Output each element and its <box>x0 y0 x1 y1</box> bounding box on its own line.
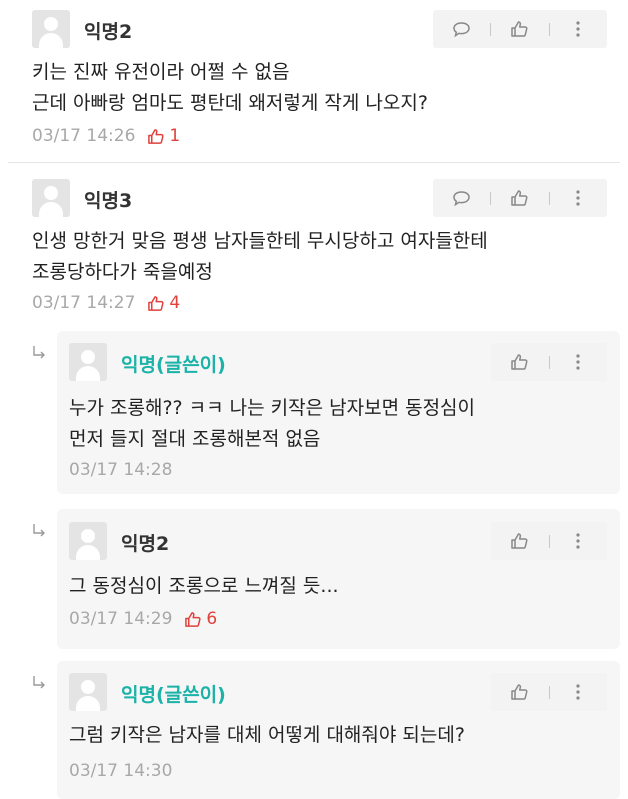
reply-arrow-icon <box>33 676 45 689</box>
like-button[interactable] <box>507 185 533 211</box>
like-button[interactable] <box>507 679 533 705</box>
comment-actions <box>433 179 607 217</box>
like-count: 4 <box>147 293 180 313</box>
avatar[interactable] <box>69 522 107 560</box>
comment-meta: 03/17 14:27 4 <box>32 293 180 313</box>
reply-item: 익명(글쓴이) 누가 조롱해?? ㅋㅋ 나는 키작은 남자보면 동정심이 먼저 … <box>57 331 620 494</box>
reply-line: 먼저 들지 절대 조롱해본적 없음 <box>69 428 321 450</box>
comment-text: 인생 망한거 맞음 평생 남자들한테 무시당하고 여자들한테 조롱당하다가 죽을… <box>32 226 488 288</box>
comment-item: 익명3 인생 망한거 맞음 평생 남자들한테 무시당하고 여자들한테 조롱당하다… <box>0 162 628 322</box>
thumbs-up-icon <box>148 128 165 144</box>
vertical-dots-icon <box>576 354 580 370</box>
timestamp: 03/17 14:29 <box>69 609 173 629</box>
reply-line: 그럼 키작은 남자를 대체 어떻게 대해줘야 되는데? <box>69 724 465 746</box>
reply-text: 그 동정심이 조롱으로 느껴질 듯... <box>69 571 339 602</box>
comment-line: 조롱당하다가 죽을예정 <box>32 261 213 283</box>
reply-item: 익명2 그 동정심이 조롱으로 느껴질 듯... 03/17 14:29 6 <box>57 509 620 649</box>
more-button[interactable] <box>565 16 591 42</box>
thumbs-up-icon <box>185 611 202 627</box>
reply-meta: 03/17 14:30 <box>69 761 172 781</box>
reply-text: 그럼 키작은 남자를 대체 어떻게 대해줘야 되는데? <box>69 720 465 751</box>
reply-button[interactable] <box>449 185 475 211</box>
comment-author[interactable]: 익명3 <box>84 186 132 213</box>
vertical-dots-icon <box>576 533 580 549</box>
avatar[interactable] <box>32 10 70 48</box>
like-count-value: 4 <box>169 293 181 313</box>
more-button[interactable] <box>565 528 591 554</box>
speech-bubble-icon <box>453 21 470 37</box>
comment-line: 키는 진짜 유전이라 어쩔 수 없음 <box>32 61 290 83</box>
comment-line: 인생 망한거 맞음 평생 남자들한테 무시당하고 여자들한테 <box>32 230 488 252</box>
like-button[interactable] <box>507 349 533 375</box>
reply-item: 익명(글쓴이) 그럼 키작은 남자를 대체 어떻게 대해줘야 되는데? 03/1… <box>57 661 620 799</box>
avatar[interactable] <box>32 179 70 217</box>
timestamp: 03/17 14:27 <box>32 293 136 313</box>
reply-button[interactable] <box>449 16 475 42</box>
more-button[interactable] <box>565 185 591 211</box>
like-button[interactable] <box>507 528 533 554</box>
vertical-dots-icon <box>576 190 580 206</box>
reply-text: 누가 조롱해?? ㅋㅋ 나는 키작은 남자보면 동정심이 먼저 들지 절대 조롱… <box>69 393 475 455</box>
thumbs-up-icon <box>511 21 528 37</box>
reply-actions <box>491 673 607 711</box>
vertical-dots-icon <box>576 21 580 37</box>
comment-meta: 03/17 14:26 1 <box>32 126 180 146</box>
timestamp: 03/17 14:26 <box>32 126 136 146</box>
reply-line: 그 동정심이 조롱으로 느껴질 듯... <box>69 575 339 597</box>
reply-meta: 03/17 14:28 <box>69 460 172 480</box>
like-count: 1 <box>147 126 180 146</box>
like-count-value: 6 <box>206 609 218 629</box>
reply-arrow-icon <box>33 524 45 537</box>
more-button[interactable] <box>565 349 591 375</box>
thumbs-up-icon <box>148 295 165 311</box>
like-count: 6 <box>184 609 217 629</box>
comment-actions <box>433 10 607 48</box>
reply-line: 누가 조롱해?? ㅋㅋ 나는 키작은 남자보면 동정심이 <box>69 397 476 419</box>
comment-item: 익명2 키는 진짜 유전이라 어쩔 수 없음 근데 아빠랑 엄마도 평탄데 왜저… <box>0 0 628 162</box>
thumbs-up-icon <box>511 684 528 700</box>
like-button[interactable] <box>507 16 533 42</box>
avatar[interactable] <box>69 673 107 711</box>
thumbs-up-icon <box>511 354 528 370</box>
more-button[interactable] <box>565 679 591 705</box>
comment-text: 키는 진짜 유전이라 어쩔 수 없음 근데 아빠랑 엄마도 평탄데 왜저렇게 작… <box>32 57 428 119</box>
reply-meta: 03/17 14:29 6 <box>69 609 217 629</box>
thumbs-up-icon <box>511 190 528 206</box>
reply-author[interactable]: 익명(글쓴이) <box>121 350 226 377</box>
reply-actions <box>491 343 607 381</box>
timestamp: 03/17 14:28 <box>69 460 173 480</box>
avatar[interactable] <box>69 343 107 381</box>
thumbs-up-icon <box>511 533 528 549</box>
timestamp: 03/17 14:30 <box>69 761 173 781</box>
comment-author[interactable]: 익명2 <box>84 17 132 44</box>
reply-author[interactable]: 익명(글쓴이) <box>121 680 226 707</box>
reply-actions <box>491 522 607 560</box>
speech-bubble-icon <box>453 190 470 206</box>
reply-arrow-icon <box>33 346 45 359</box>
like-count-value: 1 <box>169 126 181 146</box>
comment-line: 근데 아빠랑 엄마도 평탄데 왜저렇게 작게 나오지? <box>32 92 428 114</box>
vertical-dots-icon <box>576 684 580 700</box>
reply-author[interactable]: 익명2 <box>121 529 169 556</box>
